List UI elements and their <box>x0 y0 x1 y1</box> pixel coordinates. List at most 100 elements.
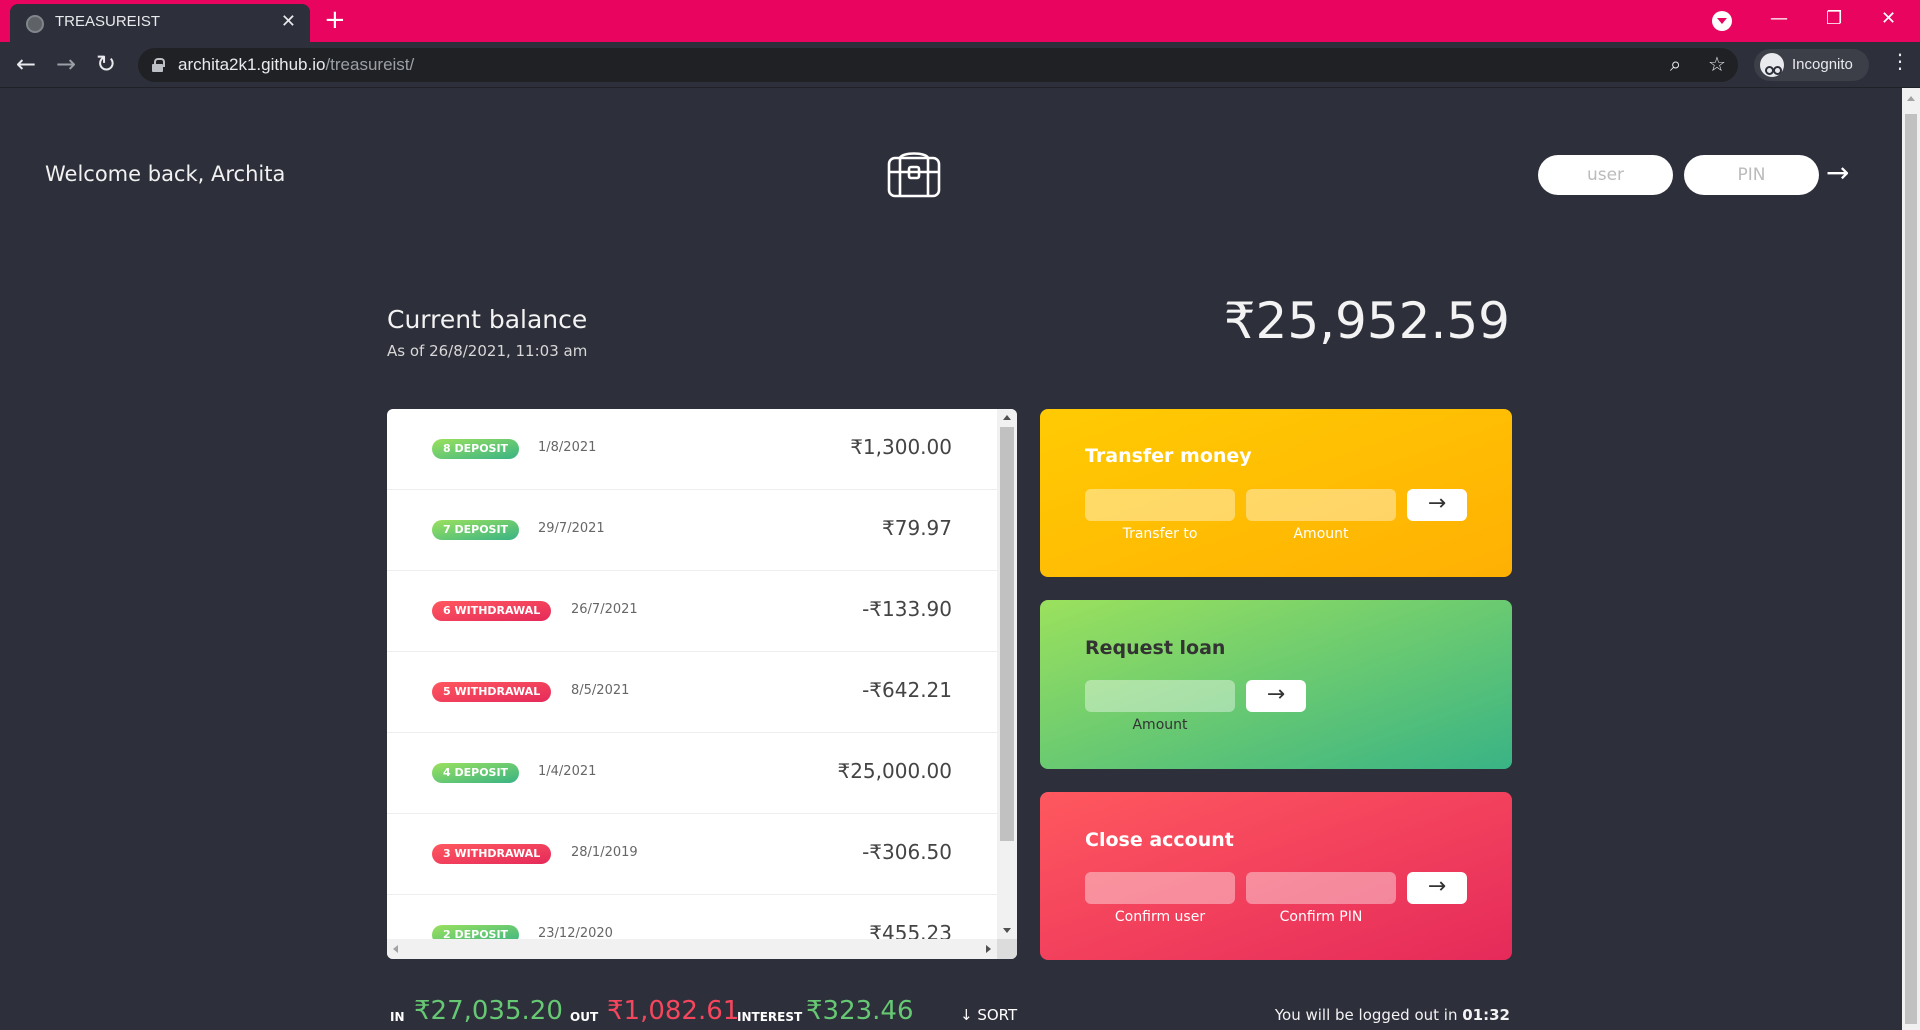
movement-date: 28/1/2019 <box>571 845 638 860</box>
movement-value: -₹642.21 <box>862 678 952 702</box>
movement-row: 2 deposit 23/12/2020 ₹455.23 <box>387 895 997 939</box>
page-scroll-thumb[interactable] <box>1905 114 1917 1024</box>
incognito-label: Incognito <box>1792 56 1853 73</box>
globe-icon <box>26 15 44 33</box>
page-scrollbar[interactable] <box>1902 88 1920 1030</box>
movement-value: ₹25,000.00 <box>837 759 952 783</box>
movement-date: 1/4/2021 <box>538 764 597 779</box>
summary-interest-label: Interest <box>737 1010 803 1024</box>
summary-in-label: In <box>390 1010 405 1024</box>
new-tab-button[interactable]: + <box>324 6 346 34</box>
movement-row: 6 withdrawal 26/7/2021 -₹133.90 <box>387 571 997 652</box>
scroll-up-icon[interactable] <box>1907 96 1915 101</box>
login-button[interactable]: → <box>1826 158 1849 188</box>
bookmark-star-icon[interactable]: ☆ <box>1708 53 1726 75</box>
browser-tab[interactable]: TREASUREIST ✕ <box>10 4 310 42</box>
transfer-to-input[interactable] <box>1085 489 1235 521</box>
scrollbar-corner <box>997 939 1017 959</box>
login-pin-input[interactable] <box>1684 155 1819 195</box>
url-text[interactable]: archita2k1.github.io/treasureist/ <box>178 55 414 75</box>
summary-in-value: ₹27,035.20 <box>414 996 563 1026</box>
transfer-amount-input[interactable] <box>1246 489 1396 521</box>
reload-button[interactable]: ↻ <box>96 51 116 77</box>
movement-type-badge: 6 withdrawal <box>432 601 552 621</box>
movements-horizontal-scrollbar[interactable] <box>387 939 997 959</box>
browser-menu-icon[interactable]: ⋮ <box>1890 50 1910 72</box>
transfer-amount-label: Amount <box>1293 526 1349 542</box>
movement-value: -₹133.90 <box>862 597 952 621</box>
movement-value: -₹306.50 <box>862 840 952 864</box>
movements-vertical-scrollbar[interactable] <box>997 409 1017 939</box>
confirm-user-label: Confirm user <box>1114 909 1206 925</box>
tab-title: TREASUREIST <box>55 13 161 30</box>
scroll-down-icon[interactable] <box>1003 928 1011 933</box>
movement-type-badge: 3 withdrawal <box>432 844 552 864</box>
movements-scroll-thumb[interactable] <box>1000 427 1014 841</box>
treasure-chest-logo <box>887 152 941 198</box>
sort-button[interactable]: ↓ SORT <box>960 1006 1017 1024</box>
media-control-icon[interactable] <box>1712 11 1732 31</box>
balance-value: ₹25,952.59 <box>1223 292 1510 350</box>
login-user-input[interactable] <box>1538 155 1673 195</box>
transfer-title: Transfer money <box>1085 445 1252 467</box>
scroll-up-icon[interactable] <box>1003 415 1011 420</box>
movement-date: 1/8/2021 <box>538 440 597 455</box>
close-account-submit-button[interactable]: → <box>1407 872 1467 904</box>
close-account-card: Close account → Confirm user Confirm PIN <box>1040 792 1512 960</box>
transfer-to-label: Transfer to <box>1122 526 1198 542</box>
incognito-badge[interactable]: Incognito <box>1754 49 1869 81</box>
balance-date: As of 26/8/2021, 11:03 am <box>387 342 588 360</box>
confirm-pin-label: Confirm PIN <box>1279 909 1363 925</box>
loan-amount-label: Amount <box>1132 717 1188 733</box>
restore-button[interactable]: ❐ <box>1826 8 1842 30</box>
close-window-button[interactable]: ✕ <box>1881 8 1896 30</box>
movement-value: ₹79.97 <box>882 516 952 540</box>
summary-interest-value: ₹323.46 <box>806 996 914 1026</box>
confirm-user-input[interactable] <box>1085 872 1235 904</box>
movement-date: 8/5/2021 <box>571 683 630 698</box>
lock-icon[interactable] <box>152 58 165 72</box>
address-bar[interactable]: archita2k1.github.io/treasureist/ ⌕ ☆ <box>138 48 1738 82</box>
summary-out-label: Out <box>570 1010 599 1024</box>
request-loan-card: Request loan → Amount <box>1040 600 1512 769</box>
loan-submit-button[interactable]: → <box>1246 680 1306 712</box>
movement-type-badge: 2 deposit <box>432 925 520 939</box>
incognito-icon <box>1760 53 1784 77</box>
logout-timer-value: 01:32 <box>1462 1006 1510 1024</box>
movement-row: 8 deposit 1/8/2021 ₹1,300.00 <box>387 409 997 490</box>
summary-out-value: ₹1,082.61 <box>607 996 740 1026</box>
confirm-pin-input[interactable] <box>1246 872 1396 904</box>
welcome-message: Welcome back, Archita <box>45 162 286 186</box>
transfer-money-card: Transfer money → Transfer to Amount <box>1040 409 1512 577</box>
movement-type-badge: 5 withdrawal <box>432 682 552 702</box>
close-account-title: Close account <box>1085 829 1234 851</box>
scroll-left-icon[interactable] <box>393 945 398 953</box>
movement-value: ₹1,300.00 <box>850 435 952 459</box>
browser-toolbar: ← → ↻ archita2k1.github.io/treasureist/ … <box>0 42 1920 88</box>
minimize-button[interactable]: — <box>1770 8 1788 30</box>
movement-row: 5 withdrawal 8/5/2021 -₹642.21 <box>387 652 997 733</box>
loan-amount-input[interactable] <box>1085 680 1235 712</box>
movement-row: 4 deposit 1/4/2021 ₹25,000.00 <box>387 733 997 814</box>
movements-panel[interactable]: 8 deposit 1/8/2021 ₹1,300.00 7 deposit 2… <box>387 409 1017 959</box>
logout-timer: You will be logged out in 01:32 <box>1275 1006 1510 1024</box>
close-tab-icon[interactable]: ✕ <box>281 12 296 32</box>
movements-list[interactable]: 8 deposit 1/8/2021 ₹1,300.00 7 deposit 2… <box>387 409 997 939</box>
balance-label: Current balance <box>387 305 588 334</box>
loan-title: Request loan <box>1085 637 1226 659</box>
logout-timer-text: You will be logged out in <box>1274 1006 1458 1024</box>
movement-row: 7 deposit 29/7/2021 ₹79.97 <box>387 490 997 571</box>
movement-row: 3 withdrawal 28/1/2019 -₹306.50 <box>387 814 997 895</box>
movement-date: 26/7/2021 <box>571 602 638 617</box>
movement-date: 23/12/2020 <box>538 926 613 939</box>
transfer-submit-button[interactable]: → <box>1407 489 1467 521</box>
scroll-right-icon[interactable] <box>986 945 991 953</box>
movement-date: 29/7/2021 <box>538 521 605 536</box>
back-button[interactable]: ← <box>16 51 36 77</box>
forward-button[interactable]: → <box>56 51 76 77</box>
movement-value: ₹455.23 <box>869 921 952 939</box>
movement-type-badge: 7 deposit <box>432 520 520 540</box>
zoom-icon[interactable]: ⌕ <box>1670 53 1681 75</box>
movement-type-badge: 8 deposit <box>432 439 520 459</box>
browser-tab-strip: TREASUREIST ✕ + — ❐ ✕ <box>0 0 1920 42</box>
